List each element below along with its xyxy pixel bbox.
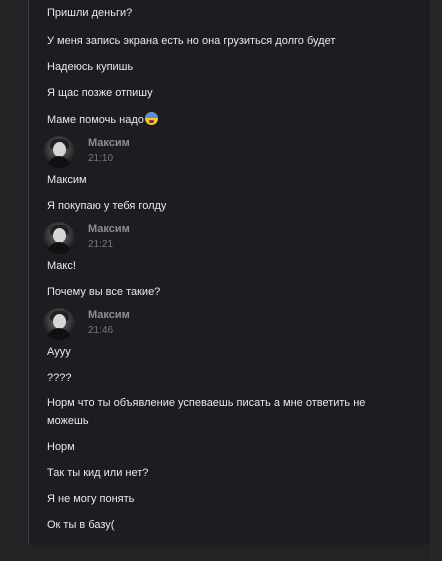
message-text: Я покупаю у тебя голду [47,200,167,212]
avatar[interactable] [43,136,75,168]
chat-panel: Пришли деньги? У меня запись экрана есть… [28,0,431,545]
message-text: Почему вы все такие? [47,286,161,298]
avatar[interactable] [43,308,75,340]
fearful-face-icon [144,112,158,125]
message-text: Я не могу понять [47,493,135,505]
author-name[interactable]: Максим [88,137,130,149]
author-name[interactable]: Максим [88,309,130,321]
message-text: Максим [47,174,87,186]
message-text: Так ты кид или нет? [47,467,149,479]
message-text-part: Маме помочь надо [47,114,144,126]
message-text: Норм что ты объявление успеваешь писать … [47,397,366,427]
message-text: У меня запись экрана есть но она грузить… [47,35,336,47]
message-text: Норм [47,441,75,453]
message-text: Макс! [47,260,76,272]
avatar[interactable] [43,222,75,254]
author-name[interactable]: Максим [88,223,130,235]
message-text: Пришли деньги? [47,7,133,19]
message-text: Я щас позже отпишу [47,87,153,99]
message-text: Аууу [47,346,71,358]
left-rail [0,0,28,561]
right-rail [430,0,442,561]
message-timestamp: 21:10 [88,153,114,164]
message-text: Маме помочь надо [47,112,158,127]
message-timestamp: 21:21 [88,239,114,250]
message-timestamp: 21:46 [88,325,114,336]
message-text: ???? [47,372,72,384]
message-text: Надеюсь купишь [47,61,134,73]
message-text: Ок ты в базу( [47,519,115,531]
